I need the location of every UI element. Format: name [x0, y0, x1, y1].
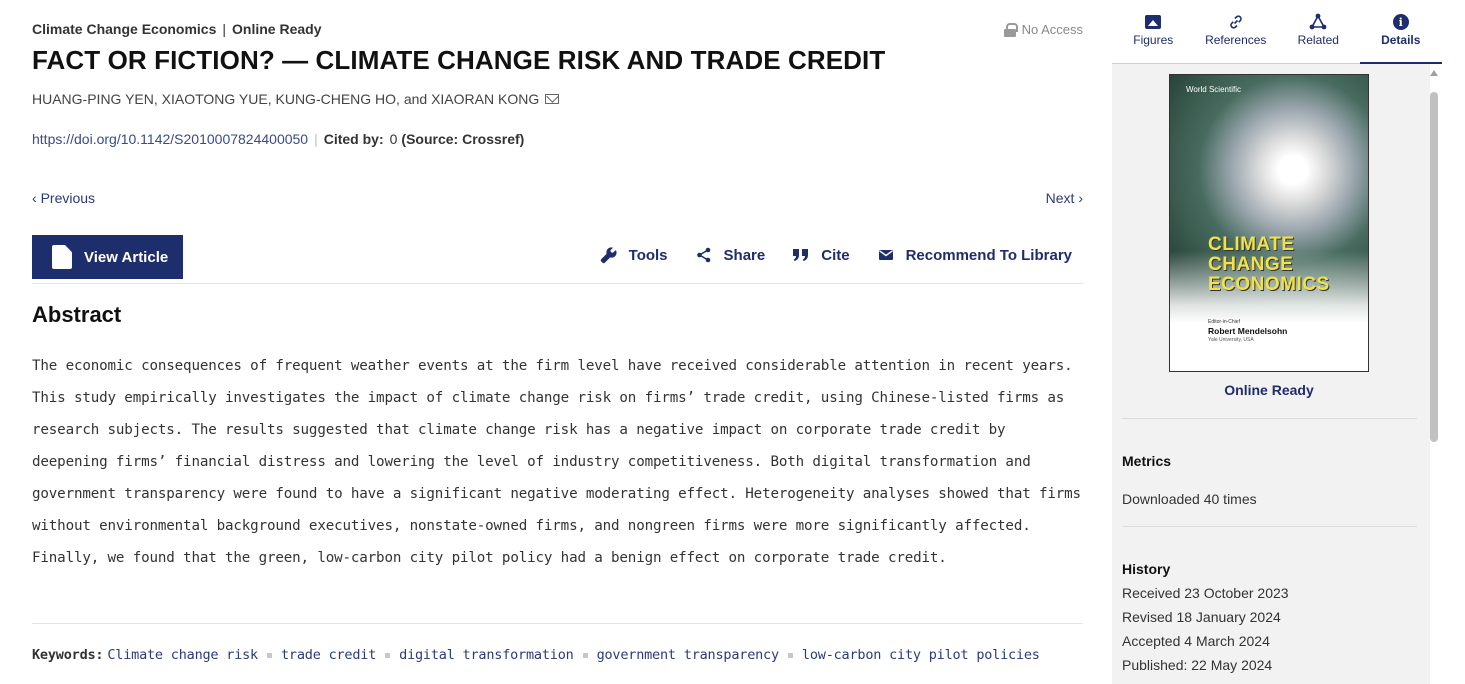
- journal-status: Online Ready: [232, 21, 322, 37]
- keyword-link[interactable]: trade credit: [281, 647, 376, 663]
- info-icon: i: [1392, 14, 1409, 30]
- keyword-link[interactable]: low-carbon city pilot policies: [802, 647, 1040, 663]
- journal-status-line: Climate Change Economics | Online Ready: [32, 21, 322, 37]
- download-count: Downloaded 40 times: [1122, 491, 1257, 507]
- journal-name[interactable]: Climate Change Economics: [32, 21, 216, 37]
- keywords-label: Keywords:: [32, 647, 104, 663]
- doi-citation-line: https://doi.org/10.1142/S201000782440005…: [32, 131, 524, 147]
- abstract-heading: Abstract: [32, 302, 122, 327]
- online-ready-link[interactable]: Online Ready: [1112, 382, 1426, 398]
- keyword-link[interactable]: Climate change risk: [107, 647, 258, 663]
- previous-article-link[interactable]: ‹ Previous: [32, 190, 95, 206]
- cover-title-line: ECONOMICS: [1208, 274, 1330, 295]
- keyword-link[interactable]: digital transformation: [399, 647, 574, 663]
- wrench-icon: [600, 247, 617, 264]
- tools-label: Tools: [628, 246, 668, 264]
- cover-affiliation: Yale University, USA: [1208, 337, 1254, 343]
- history-published: Published: 22 May 2024: [1122, 657, 1273, 673]
- view-article-button[interactable]: View Article: [32, 235, 183, 279]
- tab-label: Related: [1297, 33, 1339, 47]
- scrollbar-thumb[interactable]: [1430, 92, 1438, 442]
- tools-button[interactable]: Tools: [599, 246, 668, 264]
- cover-editor-label: Editor-in-Chief: [1208, 319, 1240, 325]
- tab-figures[interactable]: Figures: [1112, 0, 1195, 63]
- keyword-link[interactable]: government transparency: [597, 647, 780, 663]
- scroll-up-icon[interactable]: [1430, 70, 1438, 76]
- keywords-list: Keywords: Climate change risk trade cred…: [32, 647, 1040, 663]
- cited-by-count[interactable]: 0: [390, 131, 398, 147]
- sidebar-scrollbar[interactable]: [1427, 68, 1441, 684]
- journal-cover-image[interactable]: World Scientific CLIMATE CHANGE ECONOMIC…: [1169, 74, 1369, 372]
- sidebar-divider: [1122, 526, 1417, 527]
- document-icon: [52, 245, 72, 269]
- sidebar-tabs: Figures References Related i Details: [1112, 0, 1442, 64]
- cite-label: Cite: [821, 246, 850, 264]
- next-label: Next: [1045, 190, 1075, 206]
- cover-title-line: CHANGE: [1208, 254, 1294, 275]
- cite-button[interactable]: Cite: [791, 246, 850, 264]
- toolbar-divider: [32, 283, 1083, 284]
- link-icon: [1230, 15, 1242, 29]
- cover-editor: Robert Mendelsohn: [1208, 326, 1288, 336]
- envelope-icon: [878, 250, 893, 260]
- cited-by-label: Cited by:: [323, 131, 384, 147]
- details-sidebar: Figures References Related i Details Wor…: [1112, 0, 1442, 684]
- share-label: Share: [723, 246, 766, 264]
- article-main: Climate Change Economics | Online Ready No…: [32, 0, 1083, 684]
- authors-text[interactable]: HUANG-PING YEN, XIAOTONG YUE, KUNG-CHENG…: [32, 91, 539, 107]
- view-article-label: View Article: [84, 248, 169, 266]
- recommend-label: Recommend To Library: [905, 246, 1072, 264]
- next-article-link[interactable]: Next ›: [1046, 190, 1083, 206]
- keyword-separator: [267, 652, 272, 658]
- quote-icon: [793, 249, 809, 261]
- author-list: HUANG-PING YEN, XIAOTONG YUE, KUNG-CHENG…: [32, 91, 560, 107]
- chevron-left-icon: ‹: [32, 190, 37, 206]
- details-panel: World Scientific CLIMATE CHANGE ECONOMIC…: [1112, 64, 1430, 684]
- history-accepted: Accepted 4 March 2024: [1122, 633, 1270, 649]
- metrics-heading: Metrics: [1122, 453, 1172, 469]
- share-icon: [696, 247, 710, 263]
- abstract-divider: [32, 623, 1083, 624]
- cover-publisher: World Scientific: [1186, 85, 1241, 94]
- cover-title-line: CLIMATE: [1208, 234, 1295, 255]
- keyword-separator: [582, 652, 588, 658]
- tab-label: References: [1205, 33, 1267, 47]
- lock-icon: [1003, 22, 1018, 37]
- mail-icon[interactable]: [545, 94, 560, 104]
- sidebar-divider: [1122, 418, 1417, 419]
- access-indicator: No Access: [1003, 22, 1083, 37]
- previous-label: Previous: [40, 190, 96, 206]
- cover-title: CLIMATE CHANGE ECONOMICS: [1208, 235, 1330, 295]
- history-revised: Revised 18 January 2024: [1122, 609, 1281, 625]
- tab-label: Details: [1381, 33, 1421, 47]
- history-received: Received 23 October 2023: [1122, 585, 1289, 601]
- history-heading: History: [1122, 561, 1171, 577]
- access-label: No Access: [1021, 22, 1083, 37]
- doi-link[interactable]: https://doi.org/10.1142/S201000782440005…: [32, 131, 308, 147]
- keyword-separator: [385, 652, 391, 658]
- journal-separator: |: [222, 21, 227, 37]
- tab-details[interactable]: i Details: [1359, 0, 1443, 64]
- tab-related[interactable]: Related: [1277, 0, 1360, 63]
- network-icon: [1309, 13, 1327, 30]
- doi-divider: |: [314, 131, 318, 147]
- image-icon: [1145, 15, 1162, 29]
- cited-by-source: (Source: Crossref): [401, 131, 525, 147]
- tab-references[interactable]: References: [1195, 0, 1278, 63]
- share-button[interactable]: Share: [694, 246, 766, 264]
- recommend-to-library-button[interactable]: Recommend To Library: [876, 246, 1072, 264]
- keyword-separator: [787, 652, 793, 658]
- abstract-text: The economic consequences of frequent we…: [32, 358, 1081, 566]
- article-toolbar: Tools Share Cite Recommend To Library: [599, 246, 1072, 264]
- article-title: FACT OR FICTION? — CLIMATE CHANGE RISK A…: [32, 45, 886, 75]
- chevron-right-icon: ›: [1078, 190, 1083, 206]
- tab-label: Figures: [1133, 33, 1174, 47]
